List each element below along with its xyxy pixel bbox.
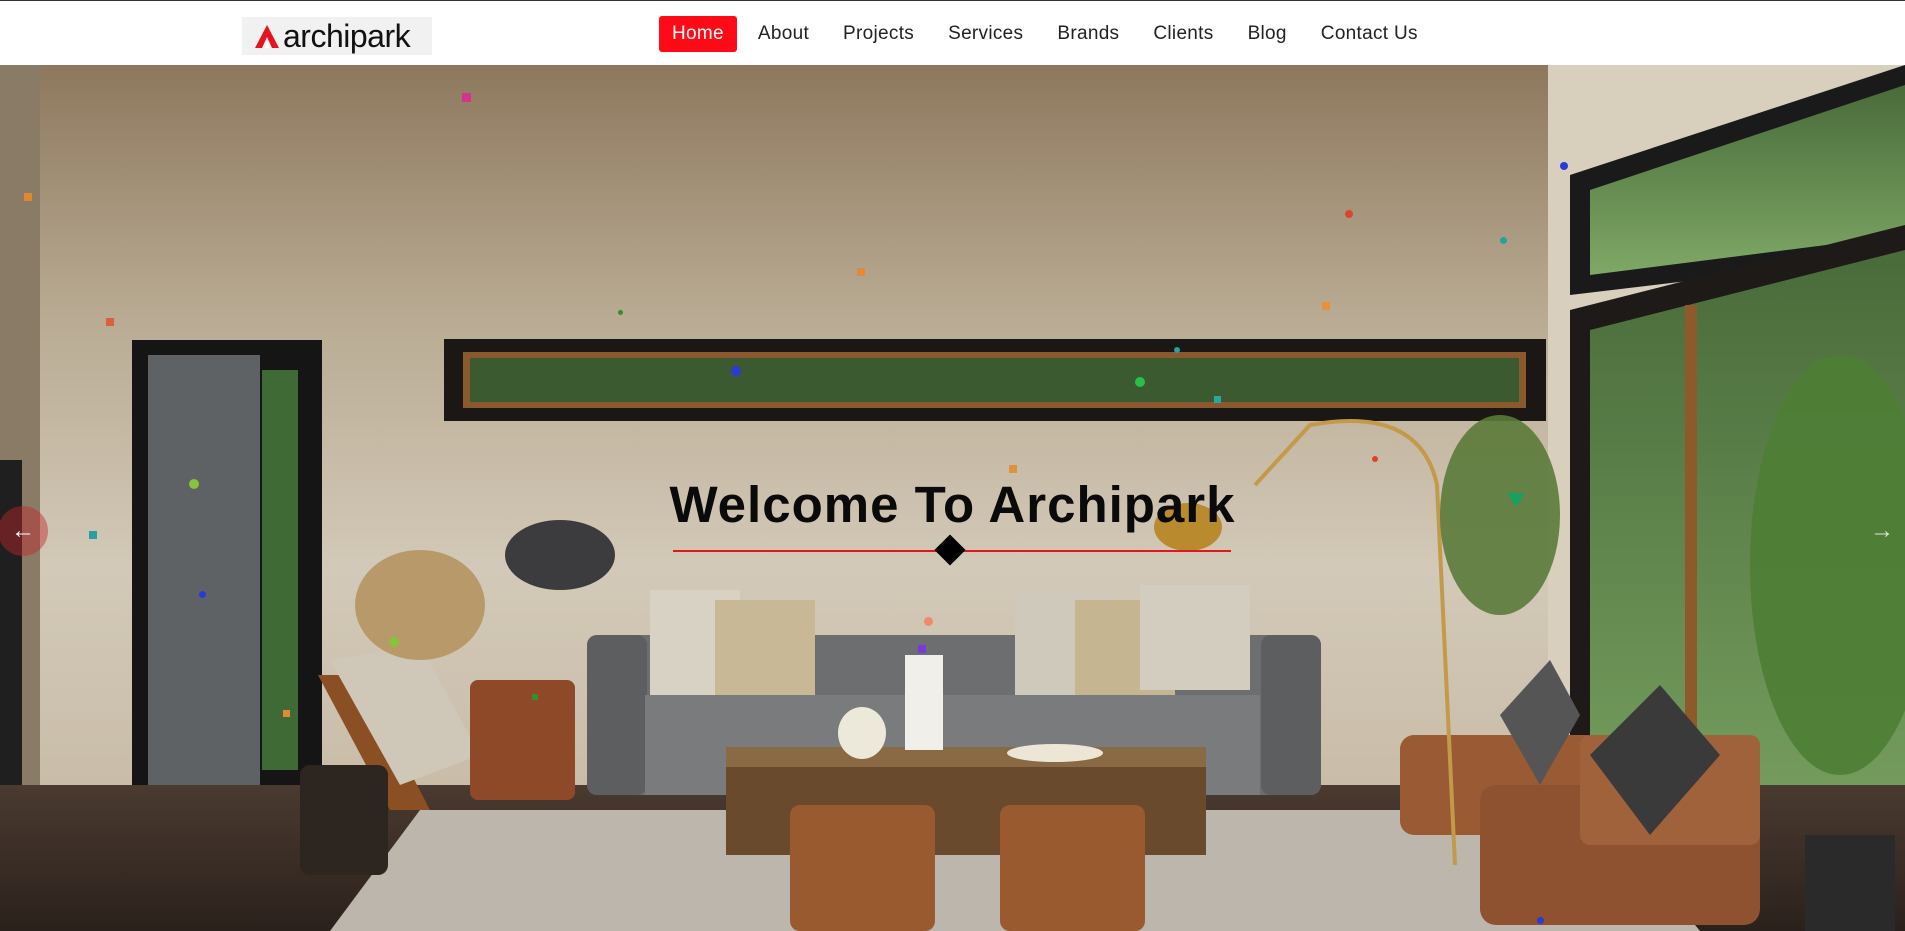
- confetti-dot: [462, 93, 471, 102]
- hero-heading-wrap: Welcome To Archipark: [0, 475, 1905, 534]
- nav-brands[interactable]: Brands: [1044, 16, 1132, 52]
- arrow-right-icon: →: [1870, 517, 1894, 544]
- confetti-dot: [1214, 396, 1221, 403]
- confetti-dot: [283, 710, 290, 717]
- slider-prev-button[interactable]: ←: [0, 506, 48, 556]
- nav-about[interactable]: About: [745, 16, 822, 52]
- archipark-logo-icon: [255, 25, 279, 48]
- confetti-dot: [618, 310, 623, 315]
- confetti-dot: [532, 694, 538, 700]
- confetti-dot: [1174, 347, 1180, 353]
- confetti-dot: [1345, 210, 1353, 218]
- logo-text: archipark: [283, 18, 411, 54]
- slider-next-button[interactable]: →: [1862, 511, 1902, 551]
- confetti-dot: [1500, 237, 1507, 244]
- hero-title: Welcome To Archipark: [669, 476, 1236, 533]
- confetti-dot: [1560, 162, 1568, 170]
- site-logo[interactable]: archipark: [242, 17, 432, 55]
- nav-projects[interactable]: Projects: [830, 16, 927, 52]
- nav-clients[interactable]: Clients: [1140, 16, 1226, 52]
- nav-blog[interactable]: Blog: [1235, 16, 1300, 52]
- main-nav: Home About Projects Services Brands Clie…: [659, 16, 1439, 52]
- confetti-dot: [1322, 302, 1330, 310]
- hero-slider: Welcome To Archipark ← →: [0, 65, 1905, 931]
- site-header: archipark Home About Projects Services B…: [0, 0, 1905, 65]
- confetti-dot: [1009, 465, 1017, 473]
- confetti-dot: [731, 366, 741, 376]
- confetti-dot: [389, 637, 399, 647]
- confetti-dot: [918, 645, 926, 653]
- confetti-dot: [1372, 456, 1378, 462]
- confetti-dot: [1537, 917, 1544, 924]
- confetti-dot: [924, 617, 933, 626]
- confetti-dot: [857, 268, 865, 276]
- confetti-dot: [1135, 377, 1145, 387]
- nav-contact-us[interactable]: Contact Us: [1308, 16, 1431, 52]
- confetti-dot: [199, 591, 206, 598]
- confetti-dot: [106, 318, 114, 326]
- confetti-dot: [24, 193, 32, 201]
- nav-home[interactable]: Home: [659, 16, 737, 52]
- arrow-left-icon: ←: [11, 517, 35, 544]
- nav-services[interactable]: Services: [935, 16, 1036, 52]
